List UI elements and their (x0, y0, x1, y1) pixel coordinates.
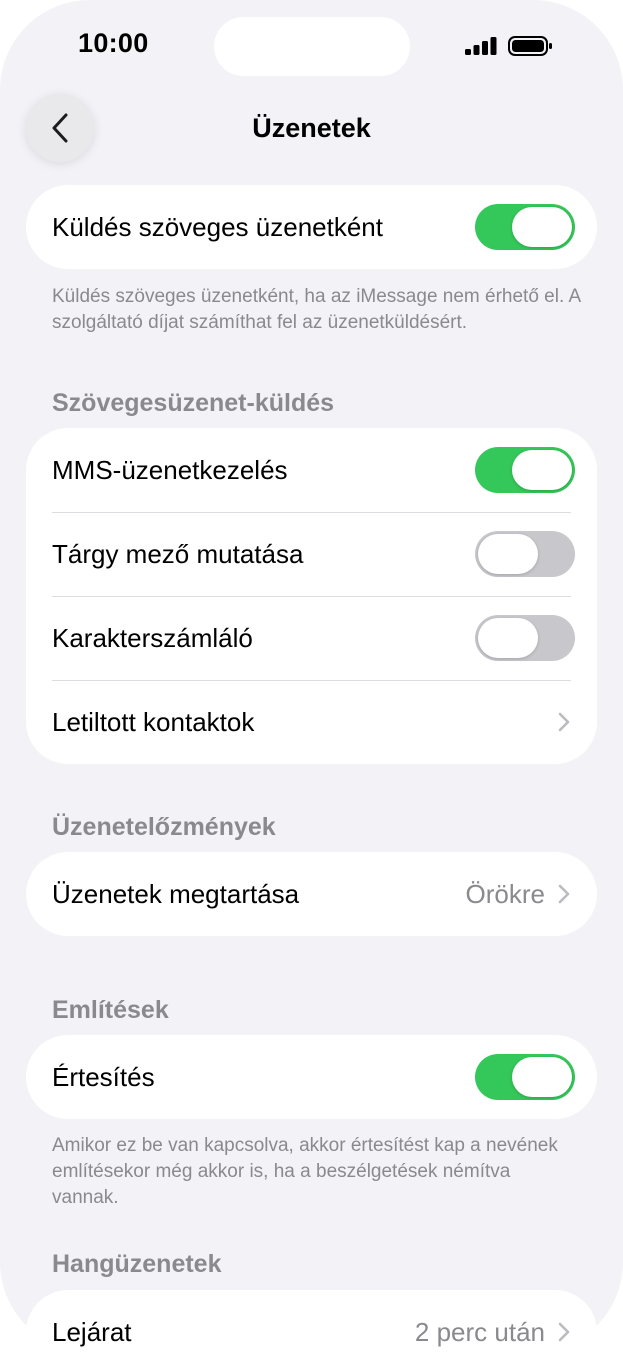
phone-screen: 10:00 Üzenetek Küldés szöveges üzenetkén… (0, 0, 623, 1352)
dynamic-island (214, 17, 410, 76)
status-time: 10:00 (78, 28, 149, 58)
character-count-label: Karakterszámláló (52, 622, 253, 653)
expire-label: Lejárat (52, 1316, 132, 1347)
keep-messages-label: Üzenetek megtartása (52, 878, 300, 909)
sms-settings-group: MMS-üzenetkezelés Tárgy mező mutatása Ka… (26, 428, 597, 764)
sms-section-header: Szövegesüzenet-küldés (52, 389, 335, 417)
send-as-sms-row[interactable]: Küldés szöveges üzenetként (26, 185, 597, 269)
blocked-contacts-row[interactable]: Letiltott kontaktok (26, 680, 597, 764)
history-group: Üzenetek megtartása Örökre (26, 852, 597, 936)
cellular-signal-icon (465, 37, 497, 55)
toggle-knob (478, 618, 538, 658)
send-as-sms-label: Küldés szöveges üzenetként (52, 211, 383, 242)
show-subject-field-label: Tárgy mező mutatása (52, 538, 304, 569)
notify-me-toggle[interactable] (475, 1054, 575, 1100)
send-as-sms-footnote: Küldés szöveges üzenetként, ha az iMessa… (52, 286, 581, 333)
mentions-footnote: Amikor ez be van kapcsolva, akkor értesí… (52, 1135, 558, 1208)
toggle-knob (512, 450, 572, 490)
mentions-group: Értesítés (26, 1035, 597, 1119)
page-title: Üzenetek (252, 113, 371, 143)
battery-icon (508, 36, 552, 56)
notify-me-row[interactable]: Értesítés (26, 1035, 597, 1119)
mentions-section-header: Említések (52, 996, 169, 1024)
expire-value: 2 perc után (414, 1316, 545, 1347)
character-count-row[interactable]: Karakterszámláló (26, 596, 597, 680)
mms-messaging-row[interactable]: MMS-üzenetkezelés (26, 428, 597, 512)
chevron-right-icon (558, 1322, 570, 1342)
chevron-right-icon (558, 884, 570, 904)
expire-row[interactable]: Lejárat 2 perc után (26, 1290, 597, 1352)
keep-messages-value: Örökre (465, 878, 545, 909)
toggle-knob (512, 207, 572, 247)
history-section-header: Üzenetelőzmények (52, 813, 276, 841)
show-subject-field-toggle[interactable] (475, 531, 575, 577)
mms-messaging-toggle[interactable] (475, 447, 575, 493)
toggle-knob (478, 534, 538, 574)
audio-section-header: Hangüzenetek (52, 1250, 222, 1278)
character-count-toggle[interactable] (475, 615, 575, 661)
show-subject-field-row[interactable]: Tárgy mező mutatása (26, 512, 597, 596)
notify-me-label: Értesítés (52, 1061, 155, 1092)
chevron-right-icon (558, 712, 570, 732)
send-as-sms-toggle[interactable] (475, 204, 575, 250)
blocked-contacts-label: Letiltott kontaktok (52, 706, 255, 737)
mms-messaging-label: MMS-üzenetkezelés (52, 454, 288, 485)
send-as-sms-group: Küldés szöveges üzenetként (26, 185, 597, 269)
audio-group: Lejárat 2 perc után (26, 1290, 597, 1352)
toggle-knob (512, 1057, 572, 1097)
keep-messages-row[interactable]: Üzenetek megtartása Örökre (26, 852, 597, 936)
